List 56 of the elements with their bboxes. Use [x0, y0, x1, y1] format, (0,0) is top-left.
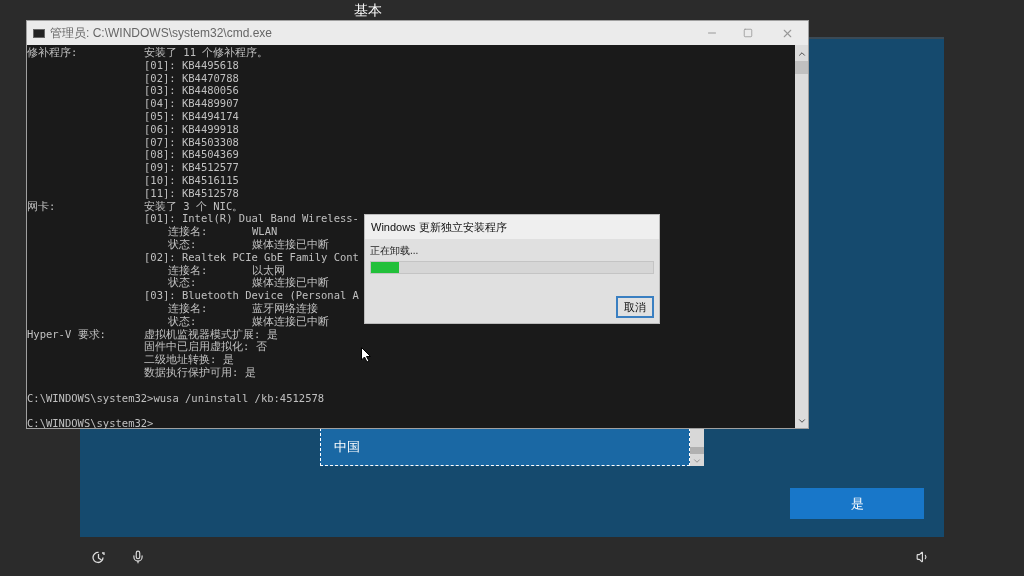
console-text: [03]: Bluetooth Device (Personal A	[144, 289, 359, 302]
console-text: 媒体连接已中断	[252, 314, 329, 328]
scrollbar[interactable]	[690, 428, 704, 466]
scroll-thumb[interactable]	[690, 447, 704, 454]
scroll-thumb[interactable]	[795, 61, 808, 74]
console-text: [09]: KB4512577	[144, 161, 239, 174]
console-icon	[33, 28, 45, 38]
console-text: C:\WINDOWS\system32>	[27, 417, 154, 430]
yes-button[interactable]: 是	[790, 488, 924, 519]
console-text: [05]: KB4494174	[144, 110, 239, 123]
console-label: 状态:	[168, 276, 198, 290]
console-text: [03]: KB4480056	[144, 84, 239, 98]
console-text: [04]: KB4489907	[144, 97, 239, 110]
list-item[interactable]: 中国	[320, 428, 690, 466]
console-text: 安装了 3 个 NIC。	[144, 199, 244, 213]
console-label: 连接名:	[168, 225, 209, 238]
cursor-icon	[361, 347, 372, 363]
dialog-title: Windows 更新独立安装程序	[371, 219, 507, 235]
console-text: [01]: Intel(R) Dual Band Wireless-	[144, 212, 359, 226]
status-text: 正在卸载...	[370, 244, 420, 258]
console-text: 媒体连接已中断	[252, 276, 329, 290]
console-text: [11]: KB4512578	[144, 186, 239, 200]
console-text: [02]: KB4470788	[144, 71, 239, 85]
console-text: 数据执行保护可用: 是	[144, 365, 256, 379]
accessibility-icon[interactable]	[91, 550, 106, 565]
scroll-down-icon[interactable]	[692, 456, 702, 466]
scroll-down-icon[interactable]	[796, 416, 807, 426]
console-text: WLAN	[252, 225, 278, 238]
console-label: 网卡:	[27, 199, 57, 213]
window-title: 管理员: C:\WINDOWS\system32\cmd.exe	[50, 25, 273, 42]
console-text: [02]: Realtek PCIe GbE Family Cont	[144, 250, 359, 264]
console-text: 二级地址转换: 是	[144, 353, 234, 366]
console-text: [10]: KB4516115	[144, 173, 239, 187]
microphone-icon[interactable]	[131, 550, 145, 564]
scroll-up-icon[interactable]	[796, 49, 807, 59]
console-label: 状态:	[168, 237, 198, 251]
console-text: [08]: KB4504369	[144, 148, 239, 162]
console-text: [07]: KB4503308	[144, 135, 239, 149]
scrollbar[interactable]	[795, 45, 808, 428]
console-text: 安装了 11 个修补程序。	[144, 46, 269, 59]
console-text: 固件中已启用虚拟化: 否	[144, 340, 267, 354]
console-text: [06]: KB4499918	[144, 122, 239, 136]
console-label: 连接名:	[168, 263, 209, 277]
console-text: 媒体连接已中断	[252, 237, 329, 251]
console-label: 修补程序:	[27, 46, 79, 59]
console-text: 蓝牙网络连接	[252, 301, 318, 315]
page-heading: 基本	[354, 3, 382, 17]
console-text: 以太网	[252, 263, 285, 277]
maximize-icon[interactable]	[743, 28, 753, 38]
console-label: Hyper-V 要求:	[27, 327, 107, 341]
cancel-button[interactable]: 取消	[616, 296, 654, 318]
console-text: 虚拟机监视器模式扩展: 是	[144, 327, 278, 341]
console-label: 连接名:	[168, 301, 209, 315]
console-text: C:\WINDOWS\system32>wusa /uninstall /kb:4512578	[27, 391, 325, 405]
console-text: [01]: KB4495618	[144, 58, 239, 72]
console-label: 状态:	[168, 314, 198, 328]
